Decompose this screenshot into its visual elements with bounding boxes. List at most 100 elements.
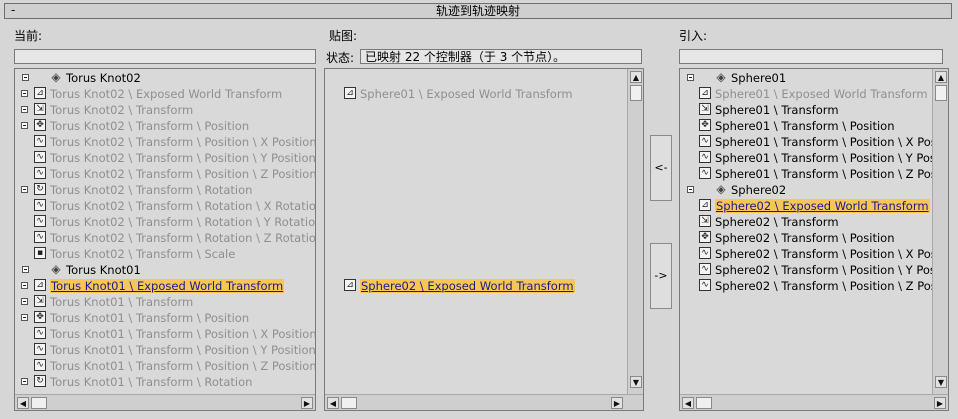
- scroll-right-icon[interactable]: ▶: [611, 397, 623, 409]
- scroll-left-icon[interactable]: ◀: [17, 397, 29, 409]
- import-tree-item[interactable]: ∿ Sphere01 \ Transform \ Position \ X Pos…: [680, 134, 948, 150]
- mapping-hscroll-thumb[interactable]: [341, 397, 357, 409]
- collapse-node-icon[interactable]: [21, 378, 28, 385]
- import-tree-item[interactable]: ⇲ Sphere02 \ Transform: [680, 214, 948, 230]
- import-tree-item-label: Sphere02 \ Transform \ Position: [715, 231, 895, 245]
- import-vscroll-thumb[interactable]: [935, 85, 947, 101]
- import-hscroll-thumb[interactable]: [696, 397, 712, 409]
- current-tree-item-label: Torus Knot01 \ Exposed World Transform: [50, 279, 285, 293]
- current-tree-item[interactable]: ∿ Torus Knot02 \ Transform \ Position \ X…: [15, 134, 315, 150]
- collapse-node-icon[interactable]: [21, 314, 28, 321]
- scroll-down-icon[interactable]: ▼: [935, 376, 947, 388]
- scroll-left-icon[interactable]: ◀: [682, 397, 694, 409]
- current-tree-item[interactable]: ✥ Torus Knot01 \ Transform \ Position: [15, 310, 315, 326]
- cube-icon: ◈: [51, 71, 61, 83]
- mapping-list-item[interactable]: ⊿ Sphere02 \ Exposed World Transform: [325, 278, 643, 294]
- current-tree-item[interactable]: ◈ Torus Knot02: [15, 70, 315, 86]
- scroll-left-icon[interactable]: ◀: [327, 397, 339, 409]
- collapse-node-icon[interactable]: [21, 282, 28, 289]
- position-icon: ✥: [699, 231, 711, 243]
- import-tree-panel[interactable]: ◈ Sphere01 ⊿ Sphere01 \ Exposed World Trans…: [679, 68, 949, 411]
- current-tree-item-label: Torus Knot02 \ Transform \ Rotation \ X …: [50, 199, 316, 213]
- mapping-list-item-label: Sphere01 \ Exposed World Transform: [360, 87, 573, 101]
- current-tree-item[interactable]: ⊿ Torus Knot01 \ Exposed World Transform: [15, 278, 315, 294]
- current-tree-item[interactable]: ↻ Torus Knot01 \ Transform \ Rotation: [15, 374, 315, 390]
- mapping-list-panel[interactable]: ⊿ Sphere01 \ Exposed World Transform ⊿ Sphe…: [324, 68, 644, 411]
- collapse-node-icon[interactable]: [21, 90, 28, 97]
- cube-icon: ◈: [716, 183, 726, 195]
- collapse-node-icon[interactable]: [21, 122, 28, 129]
- import-tree-item[interactable]: ✥ Sphere02 \ Transform \ Position: [680, 230, 948, 246]
- import-tree-item[interactable]: ⊿ Sphere01 \ Exposed World Transform: [680, 86, 948, 102]
- import-tree-item-label: Sphere01 \ Transform: [715, 103, 839, 117]
- curve-icon: ∿: [34, 231, 46, 243]
- scroll-up-icon[interactable]: ▲: [935, 71, 947, 83]
- current-tree-item[interactable]: ✥ Torus Knot02 \ Transform \ Position: [15, 118, 315, 134]
- current-tree-item[interactable]: ∿ Torus Knot01 \ Transform \ Position \ X…: [15, 326, 315, 342]
- current-hscroll-thumb[interactable]: [31, 397, 47, 409]
- collapse-node-icon[interactable]: [21, 298, 28, 305]
- import-tree-item[interactable]: ✥ Sphere01 \ Transform \ Position: [680, 118, 948, 134]
- map-left-button[interactable]: <-: [650, 135, 672, 201]
- import-tree-item[interactable]: ∿ Sphere02 \ Transform \ Position \ Z Pos…: [680, 278, 948, 294]
- current-tree-item[interactable]: ∿ Torus Knot02 \ Transform \ Rotation \ Z…: [15, 230, 315, 246]
- current-tree-item-label: Torus Knot02 \ Transform \ Position \ Y …: [50, 151, 316, 165]
- import-tree-item[interactable]: ⇲ Sphere01 \ Transform: [680, 102, 948, 118]
- import-tree-item[interactable]: ∿ Sphere01 \ Transform \ Position \ Z Pos…: [680, 166, 948, 182]
- current-tree-item-label: Torus Knot02 \ Transform \ Position: [50, 119, 250, 133]
- current-tree-item-label: Torus Knot02: [66, 71, 141, 85]
- current-tree-item[interactable]: ▪ Torus Knot02 \ Transform \ Scale: [15, 246, 315, 262]
- import-label: 引入:: [679, 29, 708, 43]
- current-tree-item[interactable]: ⊿ Torus Knot02 \ Exposed World Transform: [15, 86, 315, 102]
- collapse-icon[interactable]: -: [11, 3, 15, 17]
- map-right-button[interactable]: ->: [650, 243, 672, 309]
- scroll-right-icon[interactable]: ▶: [301, 397, 313, 409]
- import-filter-field[interactable]: [679, 49, 943, 64]
- import-tree-item[interactable]: ∿ Sphere02 \ Transform \ Position \ Y Pos…: [680, 262, 948, 278]
- current-tree-item[interactable]: ⇲ Torus Knot01 \ Transform: [15, 294, 315, 310]
- scroll-right-icon[interactable]: ▶: [934, 397, 946, 409]
- cube-icon: ◈: [716, 71, 726, 83]
- mapping-list-item[interactable]: ⊿ Sphere01 \ Exposed World Transform: [325, 86, 643, 102]
- position-icon: ✥: [34, 311, 46, 323]
- import-hscrollbar[interactable]: ◀ ▶: [680, 394, 948, 410]
- import-tree-item[interactable]: ◈ Sphere02: [680, 182, 948, 198]
- current-filter-field[interactable]: [14, 49, 316, 64]
- position-icon: ✥: [34, 119, 46, 131]
- exposed-transform-icon: ⊿: [699, 87, 711, 99]
- transform-icon: ⇲: [699, 215, 711, 227]
- import-tree-item-label: Sphere01 \ Transform \ Position \ X Posi…: [715, 135, 949, 149]
- current-tree-item[interactable]: ∿ Torus Knot02 \ Transform \ Rotation \ X…: [15, 198, 315, 214]
- mapping-hscrollbar[interactable]: ◀ ▶: [325, 394, 643, 410]
- mapping-vscrollbar[interactable]: ▲ ▼: [627, 69, 643, 394]
- current-tree-item-label: Torus Knot02 \ Transform \ Rotation \ Y …: [50, 215, 316, 229]
- import-tree-item[interactable]: ∿ Sphere02 \ Transform \ Position \ X Pos…: [680, 246, 948, 262]
- current-tree-item[interactable]: ∿ Torus Knot01 \ Transform \ Position \ Y…: [15, 342, 315, 358]
- collapse-node-icon[interactable]: [687, 186, 694, 193]
- import-tree-item[interactable]: ◈ Sphere01: [680, 70, 948, 86]
- import-vscrollbar[interactable]: ▲ ▼: [932, 69, 948, 394]
- collapse-node-icon[interactable]: [687, 74, 694, 81]
- current-tree-panel[interactable]: ◈ Torus Knot02 ⊿ Torus Knot02 \ Exposed Wor…: [14, 68, 316, 411]
- current-tree-item[interactable]: ∿ Torus Knot01 \ Transform \ Position \ Z…: [15, 358, 315, 374]
- mapping-vscroll-thumb[interactable]: [630, 85, 642, 101]
- import-tree-item-label: Sphere02 \ Transform \ Position \ Z Posi…: [715, 279, 949, 293]
- collapse-node-icon[interactable]: [22, 266, 29, 273]
- current-tree-item[interactable]: ↻ Torus Knot02 \ Transform \ Rotation: [15, 182, 315, 198]
- current-hscrollbar[interactable]: ◀ ▶: [15, 394, 315, 410]
- collapse-node-icon[interactable]: [21, 186, 28, 193]
- rollout-title-bar[interactable]: - 轨迹到轨迹映射: [4, 3, 952, 19]
- collapse-node-icon[interactable]: [22, 74, 29, 81]
- current-tree-item[interactable]: ∿ Torus Knot02 \ Transform \ Position \ Y…: [15, 150, 315, 166]
- current-tree-item[interactable]: ∿ Torus Knot02 \ Transform \ Rotation \ Y…: [15, 214, 315, 230]
- import-tree-item[interactable]: ∿ Sphere01 \ Transform \ Position \ Y Pos…: [680, 150, 948, 166]
- curve-icon: ∿: [699, 151, 711, 163]
- current-tree-item[interactable]: ⇲ Torus Knot02 \ Transform: [15, 102, 315, 118]
- import-tree-item-label: Sphere01 \ Transform \ Position \ Z Posi…: [715, 167, 949, 181]
- current-tree-item[interactable]: ◈ Torus Knot01: [15, 262, 315, 278]
- import-tree-item[interactable]: ⊿ Sphere02 \ Exposed World Transform: [680, 198, 948, 214]
- scroll-down-icon[interactable]: ▼: [630, 376, 642, 388]
- scroll-up-icon[interactable]: ▲: [630, 71, 642, 83]
- current-tree-item[interactable]: ∿ Torus Knot02 \ Transform \ Position \ Z…: [15, 166, 315, 182]
- collapse-node-icon[interactable]: [21, 106, 28, 113]
